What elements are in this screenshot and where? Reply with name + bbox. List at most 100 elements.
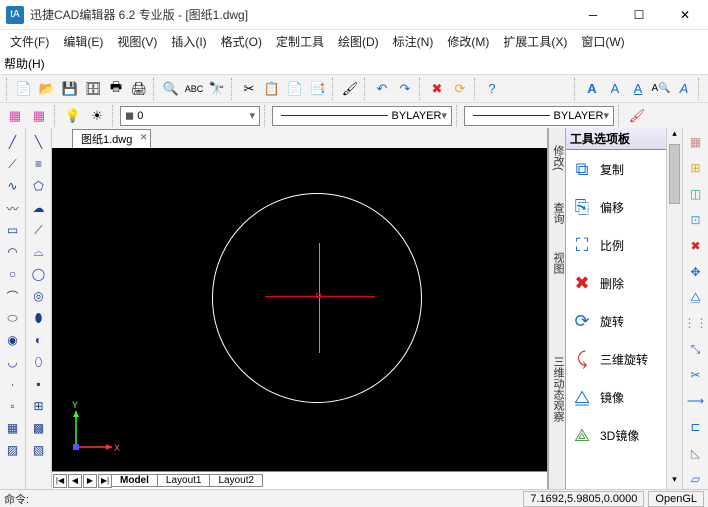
- ellipse-icon[interactable]: ⬭: [2, 308, 24, 328]
- tab-close-icon[interactable]: ✕: [140, 132, 148, 143]
- side-tab-inquiry[interactable]: 查询: [548, 188, 566, 238]
- saveall-icon[interactable]: 🗄: [82, 78, 104, 100]
- palette-item-rotate[interactable]: ⟳旋转: [566, 302, 666, 340]
- maximize-button[interactable]: ☐: [616, 0, 662, 30]
- circle-icon[interactable]: ○: [2, 264, 24, 284]
- ray-icon[interactable]: ⟋: [2, 154, 24, 174]
- minimize-button[interactable]: ─: [570, 0, 616, 30]
- menu-help[interactable]: 帮助(H): [4, 55, 45, 72]
- menu-insert[interactable]: 插入(I): [165, 31, 212, 52]
- nav-last-icon[interactable]: ▶|: [98, 474, 112, 488]
- text-find-icon[interactable]: A🔍: [650, 78, 672, 100]
- snap-icon[interactable]: ⊞: [685, 158, 707, 178]
- chamfer-icon[interactable]: ▱: [685, 469, 707, 489]
- menu-draw[interactable]: 绘图(D): [332, 31, 385, 52]
- circle2-icon[interactable]: ◯: [28, 264, 50, 284]
- gradient-icon[interactable]: ▨: [2, 440, 24, 460]
- layer-states-icon[interactable]: ▦: [28, 105, 50, 127]
- spline-icon[interactable]: 〰: [2, 198, 24, 218]
- rectangle-icon[interactable]: ▭: [2, 220, 24, 240]
- menu-dimension[interactable]: 标注(N): [387, 31, 440, 52]
- refresh-icon[interactable]: ⟳: [449, 78, 471, 100]
- point-icon[interactable]: ·: [2, 374, 24, 394]
- print-icon[interactable]: 🖶: [105, 78, 127, 100]
- polyline-icon[interactable]: ∿: [2, 176, 24, 196]
- menu-window[interactable]: 窗口(W): [575, 31, 630, 52]
- array-icon[interactable]: ⋮⋮: [685, 313, 707, 333]
- help-icon[interactable]: ?: [481, 78, 503, 100]
- nav-first-icon[interactable]: |◀: [53, 474, 67, 488]
- palette-item-scale[interactable]: ⛶比例: [566, 226, 666, 264]
- text-style-icon[interactable]: A: [581, 78, 603, 100]
- layer-dropdown[interactable]: ◼ 0 ▾: [120, 106, 260, 126]
- grid-icon[interactable]: ▦: [685, 132, 707, 152]
- palette-item-rotate3d[interactable]: ⤹三维旋转: [566, 340, 666, 378]
- match-icon[interactable]: 🖌: [339, 78, 361, 100]
- trim-icon[interactable]: ✂: [685, 365, 707, 385]
- cut-icon[interactable]: ✂: [238, 78, 260, 100]
- extend-icon[interactable]: ⟶: [685, 391, 707, 411]
- side-tab-modify[interactable]: 修改(: [548, 128, 566, 188]
- mirror-right-icon[interactable]: ⧋: [685, 288, 707, 308]
- table-icon[interactable]: ▪: [28, 374, 50, 394]
- fillet-icon[interactable]: ◺: [685, 443, 707, 463]
- bulb-on-icon[interactable]: 💡: [62, 105, 84, 127]
- wipeout-icon[interactable]: ⬯: [28, 352, 50, 372]
- open-icon[interactable]: 📂: [36, 78, 58, 100]
- binoculars-icon[interactable]: 🔭: [206, 78, 228, 100]
- palette-item-mirror[interactable]: ⧋镜像: [566, 378, 666, 416]
- delete-icon[interactable]: ✖: [426, 78, 448, 100]
- region-icon[interactable]: ⬮: [28, 308, 50, 328]
- boundary-icon[interactable]: ◐: [28, 330, 50, 350]
- menu-file[interactable]: 文件(F): [4, 31, 55, 52]
- drawing-viewport[interactable]: X Y: [52, 148, 547, 471]
- sun-icon[interactable]: ☀: [86, 105, 108, 127]
- nav-next-icon[interactable]: ▶: [83, 474, 97, 488]
- palette-item-copy[interactable]: ⧉复制: [566, 150, 666, 188]
- arc-icon[interactable]: ◠: [2, 242, 24, 262]
- paste-special-icon[interactable]: 📑: [307, 78, 329, 100]
- menu-ext[interactable]: 扩展工具(X): [497, 31, 573, 52]
- mtext-icon[interactable]: ⊞: [28, 396, 50, 416]
- palette-scrollbar[interactable]: ▴ ▾: [666, 128, 682, 489]
- move-icon[interactable]: ✥: [685, 262, 707, 282]
- ring-icon[interactable]: ◎: [28, 286, 50, 306]
- nav-prev-icon[interactable]: ◀: [68, 474, 82, 488]
- redo-icon[interactable]: ↷: [394, 78, 416, 100]
- revcloud-icon[interactable]: ☁: [28, 198, 50, 218]
- donut-icon[interactable]: ◉: [2, 330, 24, 350]
- osnap-icon[interactable]: ⊡: [685, 210, 707, 230]
- lineweight-dropdown[interactable]: BYLAYER ▾: [464, 106, 614, 126]
- erase-icon[interactable]: ✖: [685, 236, 707, 256]
- mline-icon[interactable]: ≡: [28, 154, 50, 174]
- hatch-icon[interactable]: ▦: [2, 418, 24, 438]
- layout-tab-model[interactable]: Model: [111, 474, 158, 487]
- close-button[interactable]: ✕: [662, 0, 708, 30]
- scrollbar-thumb[interactable]: [669, 144, 680, 204]
- copy-icon[interactable]: 📋: [261, 78, 283, 100]
- layer-manager-icon[interactable]: ▦: [4, 105, 26, 127]
- find-icon[interactable]: 🔍: [160, 78, 182, 100]
- palette-item-mirror3d[interactable]: ⟁3D镜像: [566, 416, 666, 454]
- 3dpoly-icon[interactable]: ⟋: [28, 220, 50, 240]
- save-icon[interactable]: 💾: [59, 78, 81, 100]
- ellipse-arc-icon[interactable]: ◡: [2, 352, 24, 372]
- new-icon[interactable]: 📄: [13, 78, 35, 100]
- side-tab-view[interactable]: 视图: [548, 238, 566, 288]
- preview-icon[interactable]: 🖨: [128, 78, 150, 100]
- palette-item-offset[interactable]: ⎘偏移: [566, 188, 666, 226]
- xline-icon[interactable]: ╲: [28, 132, 50, 152]
- menu-edit[interactable]: 编辑(E): [57, 31, 109, 52]
- menu-custom[interactable]: 定制工具: [270, 31, 330, 52]
- polygon-icon[interactable]: ⬠: [28, 176, 50, 196]
- menu-view[interactable]: 视图(V): [111, 31, 163, 52]
- text-a5-icon[interactable]: A: [673, 78, 695, 100]
- palette-item-delete[interactable]: ✖删除: [566, 264, 666, 302]
- layout-tab-1[interactable]: Layout1: [157, 474, 211, 487]
- linetype-dropdown[interactable]: BYLAYER ▾: [272, 106, 452, 126]
- undo-icon[interactable]: ↶: [371, 78, 393, 100]
- side-tab-3dorbit[interactable]: 三维动态观察: [548, 288, 566, 489]
- arc2-icon[interactable]: ⌒: [2, 286, 24, 306]
- color-pick-icon[interactable]: 🖌: [626, 105, 648, 127]
- solid-icon[interactable]: ▧: [28, 440, 50, 460]
